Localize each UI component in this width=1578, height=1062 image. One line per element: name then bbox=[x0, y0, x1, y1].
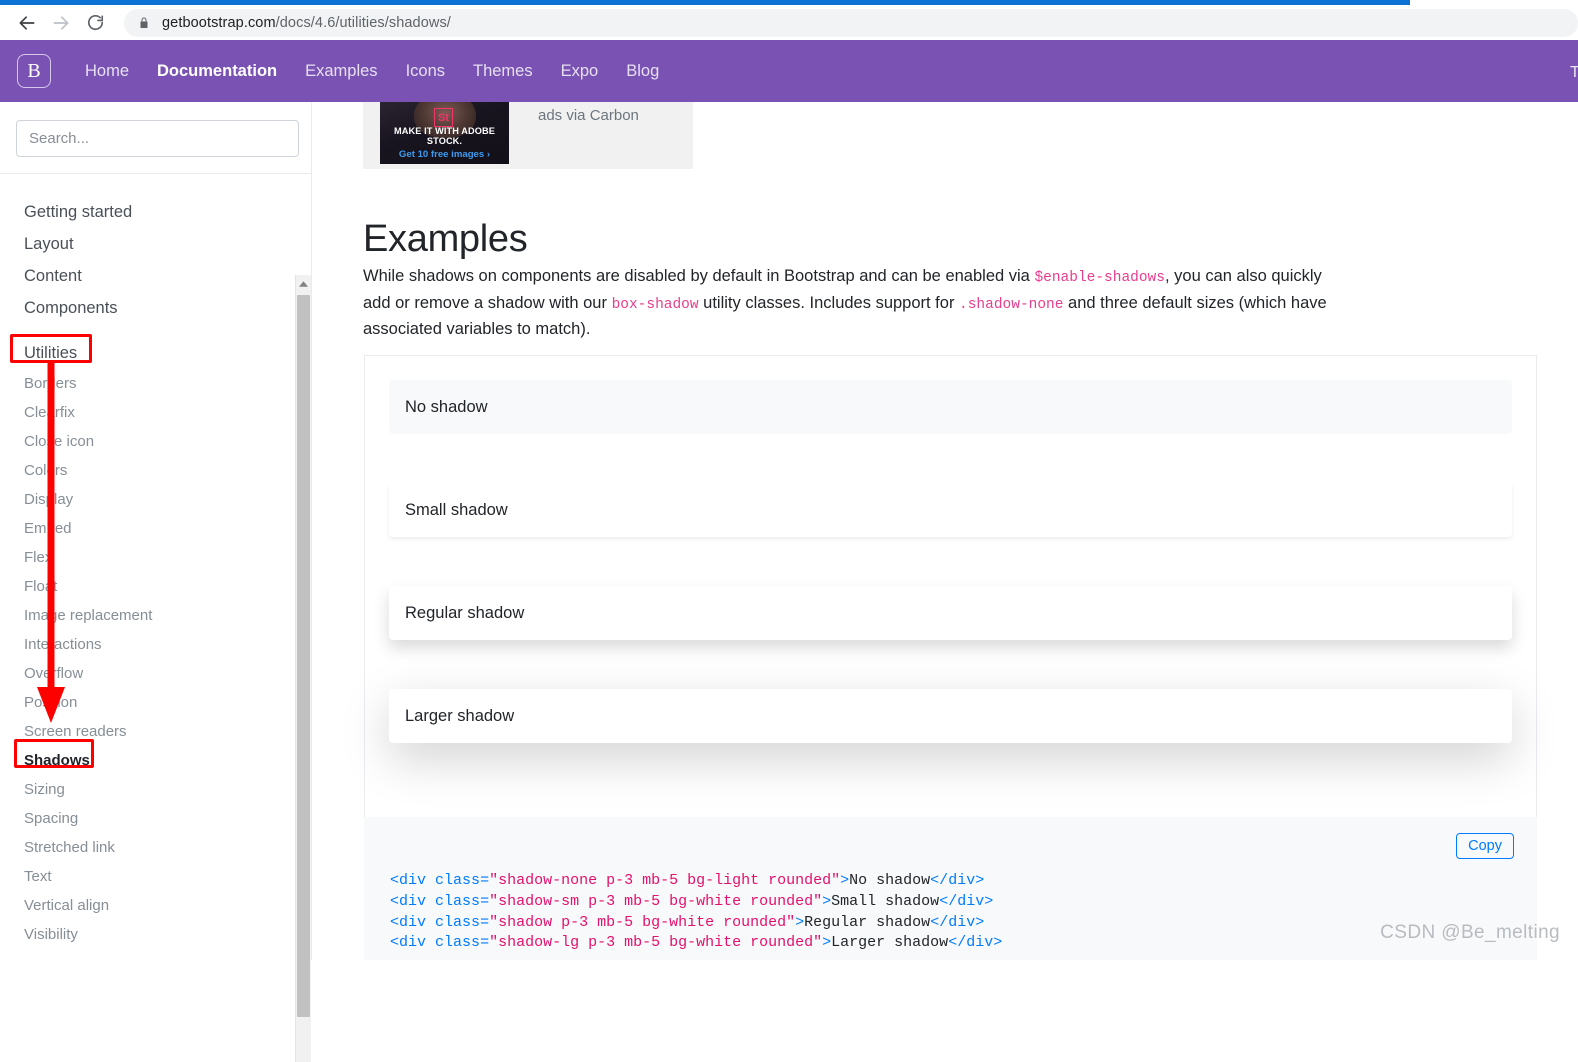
scrollbar-thumb[interactable] bbox=[297, 295, 310, 1017]
sidebar-item-display[interactable]: Display bbox=[24, 485, 292, 514]
browser-toolbar: getbootstrap.com/docs/4.6/utilities/shad… bbox=[0, 5, 1578, 40]
navbar-link-examples[interactable]: Examples bbox=[291, 62, 391, 81]
search-container bbox=[0, 102, 311, 173]
bootstrap-navbar: B HomeDocumentationExamplesIconsThemesEx… bbox=[0, 40, 1578, 102]
sidebar-item-screen-readers[interactable]: Screen readers bbox=[24, 717, 292, 746]
watermark: CSDN @Be_melting bbox=[1380, 922, 1560, 944]
sidebar-group-getting-started[interactable]: Getting started bbox=[24, 196, 292, 228]
navbar-overflow-edge[interactable]: T bbox=[1570, 64, 1578, 82]
para-part-3: utility classes. Includes support for bbox=[699, 294, 959, 312]
code-line: <div class="shadow-sm p-3 mb-5 bg-white … bbox=[390, 892, 1537, 913]
navbar-link-documentation[interactable]: Documentation bbox=[143, 62, 291, 81]
shadow-example-regular-shadow: Regular shadow bbox=[389, 586, 1512, 640]
sidebar-item-image-replacement[interactable]: Image replacement bbox=[24, 601, 292, 630]
shadow-example-no-shadow: No shadow bbox=[389, 380, 1512, 434]
code-line: <div class="shadow-none p-3 mb-5 bg-ligh… bbox=[390, 871, 1537, 892]
code-snippet: <div class="shadow-none p-3 mb-5 bg-ligh… bbox=[390, 843, 1537, 954]
navbar-link-blog[interactable]: Blog bbox=[612, 62, 673, 81]
examples-description: While shadows on components are disabled… bbox=[363, 264, 1333, 342]
navbar-link-expo[interactable]: Expo bbox=[547, 62, 613, 81]
shadow-example-small-shadow: Small shadow bbox=[389, 483, 1512, 537]
sidebar-item-overflow[interactable]: Overflow bbox=[24, 659, 292, 688]
back-button[interactable] bbox=[10, 6, 44, 40]
bootstrap-logo[interactable]: B bbox=[17, 54, 51, 88]
sidebar-item-flex[interactable]: Flex bbox=[24, 543, 292, 572]
sidebar-item-interactions[interactable]: Interactions bbox=[24, 630, 292, 659]
sidebar-item-borders[interactable]: Borders bbox=[24, 369, 292, 398]
sidebar-item-embed[interactable]: Embed bbox=[24, 514, 292, 543]
sidebar-item-vertical-align[interactable]: Vertical align bbox=[24, 891, 292, 920]
navbar-link-icons[interactable]: Icons bbox=[392, 62, 459, 81]
code-highlight-block: Copy <div class="shadow-none p-3 mb-5 bg… bbox=[364, 817, 1537, 960]
docs-sidebar: Getting startedLayoutContentComponents Ut… bbox=[0, 102, 312, 960]
lock-icon bbox=[138, 16, 150, 30]
scroll-up-button[interactable] bbox=[296, 275, 311, 292]
sidebar-item-clearfix[interactable]: Clearfix bbox=[24, 398, 292, 427]
reload-icon bbox=[86, 13, 105, 32]
code-enable-shadows: $enable-shadows bbox=[1034, 270, 1165, 286]
arrow-left-icon bbox=[17, 13, 37, 33]
sidebar-item-text[interactable]: Text bbox=[24, 862, 292, 891]
carbon-ad[interactable]: St MAKE IT WITH ADOBE STOCK. Get 10 free… bbox=[363, 102, 693, 169]
sidebar-group-content[interactable]: Content bbox=[24, 260, 292, 292]
sidebar-item-float[interactable]: Float bbox=[24, 572, 292, 601]
sidebar-item-stretched-link[interactable]: Stretched link bbox=[24, 833, 292, 862]
code-shadow-none: .shadow-none bbox=[959, 297, 1063, 313]
sidebar-group-layout[interactable]: Layout bbox=[24, 228, 292, 260]
sidebar-item-visibility[interactable]: Visibility bbox=[24, 920, 292, 949]
sidebar-item-position[interactable]: Position bbox=[24, 688, 292, 717]
code-line: <div class="shadow-lg p-3 mb-5 bg-white … bbox=[390, 933, 1537, 954]
main-content: St MAKE IT WITH ADOBE STOCK. Get 10 free… bbox=[312, 102, 1578, 960]
shadow-example-larger-shadow: Larger shadow bbox=[389, 689, 1512, 743]
sidebar-item-colors[interactable]: Colors bbox=[24, 456, 292, 485]
search-input[interactable] bbox=[16, 120, 299, 157]
para-part-1: While shadows on components are disabled… bbox=[363, 267, 1034, 285]
forward-button[interactable] bbox=[44, 6, 78, 40]
sidebar-item-sizing[interactable]: Sizing bbox=[24, 775, 292, 804]
copy-button[interactable]: Copy bbox=[1456, 833, 1514, 859]
code-line: <div class="shadow p-3 mb-5 bg-white rou… bbox=[390, 913, 1537, 934]
navbar-links: HomeDocumentationExamplesIconsThemesExpo… bbox=[71, 62, 673, 81]
example-preview-card: No shadow Small shadow Regular shadow Large… bbox=[364, 355, 1537, 817]
address-bar[interactable]: getbootstrap.com/docs/4.6/utilities/shad… bbox=[124, 9, 1578, 37]
arrow-right-icon bbox=[51, 13, 71, 33]
carbon-ad-headline: MAKE IT WITH ADOBE STOCK. bbox=[380, 126, 509, 146]
sidebar-scrollbar[interactable] bbox=[295, 275, 311, 1062]
page-title: Examples bbox=[363, 218, 527, 261]
sidebar-group-utilities[interactable]: Utilities bbox=[24, 337, 292, 369]
sidebar-group-components[interactable]: Components bbox=[24, 292, 292, 324]
sidebar-nav: Getting startedLayoutContentComponents Ut… bbox=[0, 174, 292, 960]
sidebar-item-shadows[interactable]: Shadows bbox=[24, 746, 292, 775]
navbar-link-home[interactable]: Home bbox=[71, 62, 143, 81]
adobe-stock-badge: St bbox=[434, 108, 453, 127]
sidebar-item-spacing[interactable]: Spacing bbox=[24, 804, 292, 833]
carbon-ad-cta[interactable]: Get 10 free images › bbox=[380, 149, 509, 160]
reload-button[interactable] bbox=[78, 6, 112, 40]
chevron-up-icon bbox=[299, 281, 308, 287]
code-box-shadow: box-shadow bbox=[612, 297, 699, 313]
sidebar-item-close-icon[interactable]: Close icon bbox=[24, 427, 292, 456]
navbar-link-themes[interactable]: Themes bbox=[459, 62, 547, 81]
sidebar-spacer bbox=[24, 324, 292, 337]
carbon-ad-image[interactable]: St MAKE IT WITH ADOBE STOCK. Get 10 free… bbox=[380, 102, 509, 164]
carbon-ad-attribution[interactable]: ads via Carbon bbox=[538, 107, 639, 124]
url-text: getbootstrap.com/docs/4.6/utilities/shad… bbox=[162, 15, 451, 31]
